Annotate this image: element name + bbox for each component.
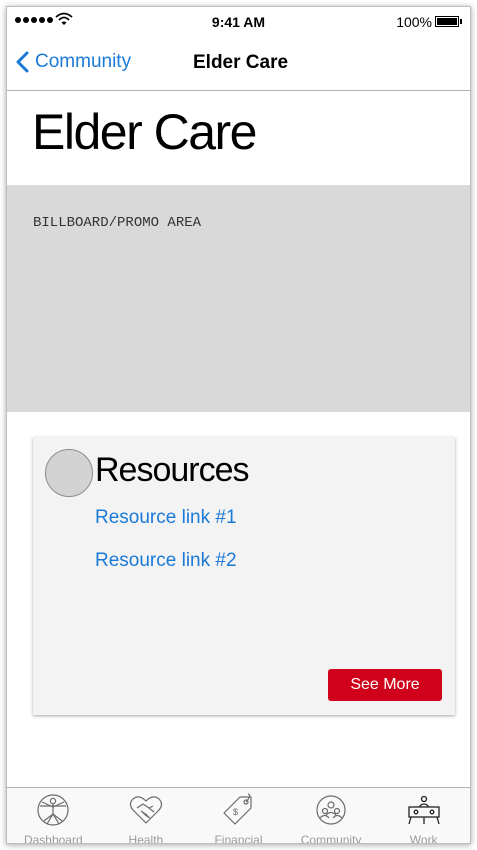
community-people-icon — [316, 795, 346, 825]
resources-avatar — [45, 449, 93, 497]
see-more-button[interactable]: See More — [328, 669, 442, 701]
tab-label-financial: Financial — [214, 833, 263, 844]
svg-text:$: $ — [233, 807, 238, 817]
resources-title: Resources — [95, 451, 250, 489]
billboard-promo-area[interactable]: BILLBOARD/PROMO AREA — [7, 185, 470, 412]
billboard-label: BILLBOARD/PROMO AREA — [33, 215, 202, 231]
resource-link-2[interactable]: Resource link #2 — [95, 550, 237, 572]
tab-bar: Dashboard Health $ Financial Community W… — [7, 787, 470, 844]
page-title: Elder Care — [32, 104, 258, 160]
resource-link-1[interactable]: Resource link #1 — [95, 507, 237, 529]
heart-handshake-icon — [129, 796, 162, 824]
battery-icon — [435, 16, 462, 27]
phone-screen: 9:41 AM 100% Community Elder Care Elder … — [6, 6, 471, 844]
status-bar: 9:41 AM 100% — [7, 7, 470, 37]
tab-label-community: Community — [300, 833, 362, 844]
chevron-left-icon — [16, 51, 29, 73]
vitruvian-man-icon — [37, 794, 69, 826]
nav-title: Elder Care — [193, 52, 289, 73]
battery-percentage: 100% — [396, 14, 432, 30]
back-button-label: Community — [35, 51, 132, 72]
meeting-table-icon — [408, 795, 440, 825]
tab-label-dashboard: Dashboard — [23, 833, 83, 844]
tab-dashboard[interactable]: Dashboard — [7, 788, 100, 844]
navigation-bar: Community Elder Care — [7, 37, 470, 91]
tab-community[interactable]: Community — [285, 788, 378, 844]
price-tag-icon: $ — [223, 793, 253, 825]
tab-label-work: Work — [409, 833, 438, 844]
resources-card: Resources Resource link #1 Resource link… — [33, 437, 455, 715]
tab-work[interactable]: Work — [377, 788, 470, 844]
tab-label-health: Health — [128, 833, 164, 844]
tab-health[interactable]: Health — [100, 788, 193, 844]
tab-financial[interactable]: $ Financial — [192, 788, 285, 844]
back-button[interactable]: Community — [15, 51, 131, 73]
